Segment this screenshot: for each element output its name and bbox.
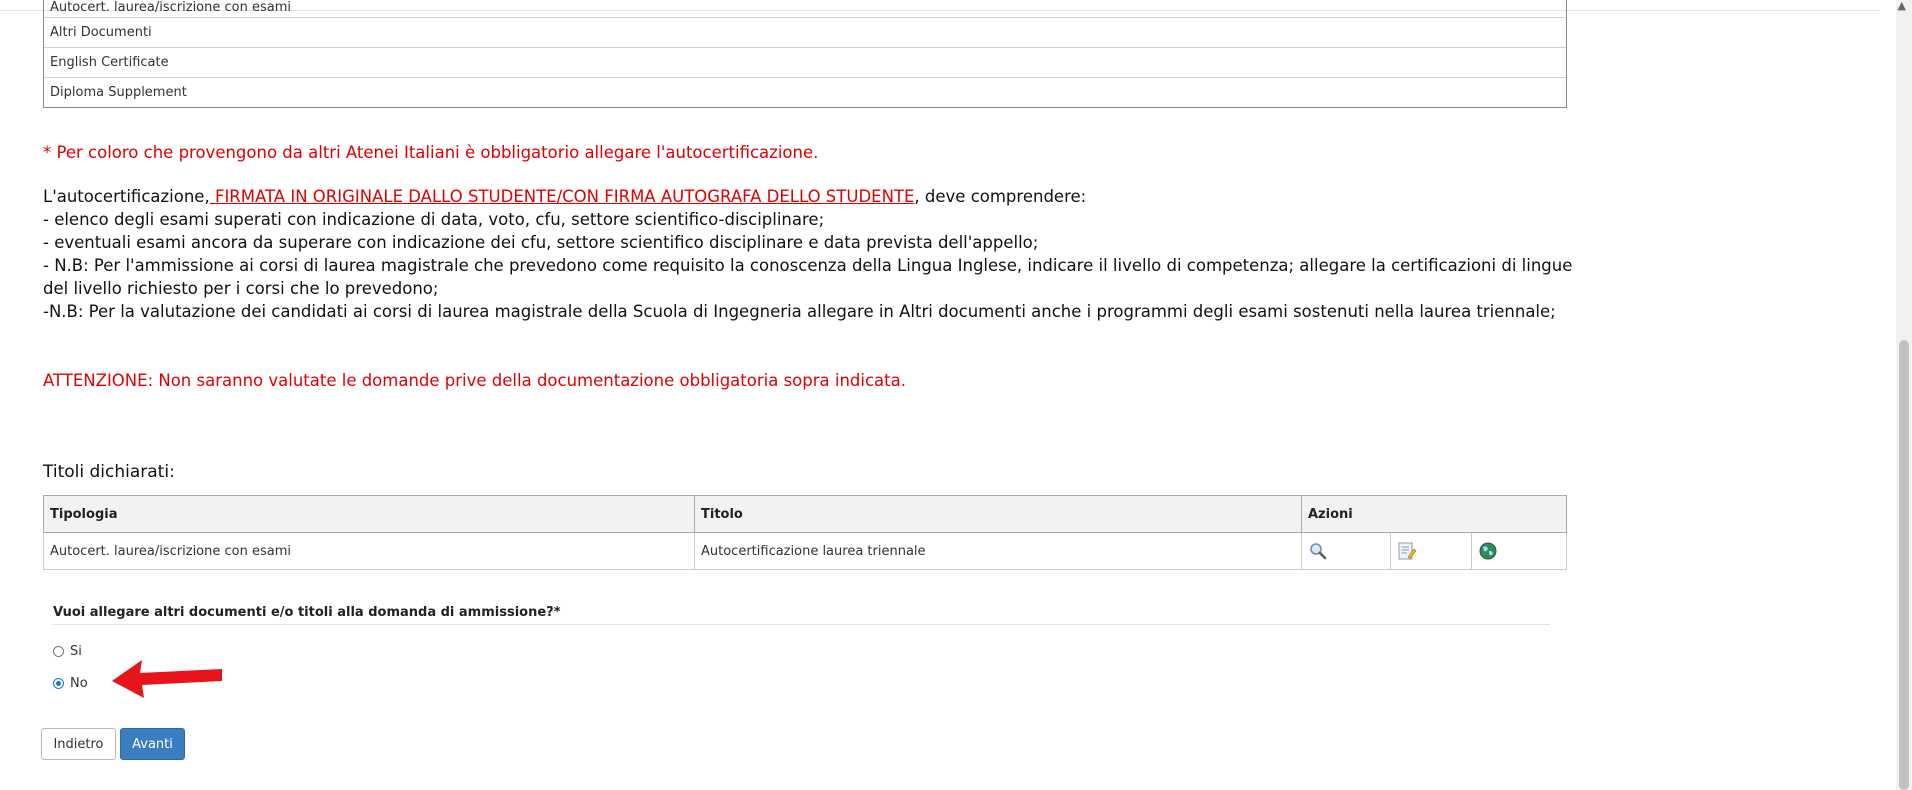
globe-icon[interactable]	[1478, 541, 1498, 561]
scrollbar-thumb[interactable]	[1899, 340, 1909, 790]
documents-table: Autocert. laurea/iscrizione con esami Al…	[43, 0, 1567, 108]
document-row: English Certificate	[44, 47, 1566, 77]
cell-tipologia: Autocert. laurea/iscrizione con esami	[43, 532, 695, 570]
radio-label-no: No	[70, 676, 88, 691]
column-header-titolo: Titolo	[694, 495, 1302, 533]
table-row: Autocert. laurea/iscrizione con esami Au…	[43, 532, 1567, 570]
instruction-line: - N.B: Per l'ammissione ai corsi di laur…	[43, 256, 1573, 298]
radio-option-no[interactable]: No	[53, 676, 88, 691]
divider	[53, 624, 1550, 625]
attach-question: Vuoi allegare altri documenti e/o titoli…	[53, 605, 561, 620]
action-web[interactable]	[1471, 532, 1567, 570]
radio-option-yes[interactable]: Si	[53, 644, 82, 659]
edit-icon[interactable]	[1397, 541, 1417, 561]
action-view[interactable]	[1301, 532, 1391, 570]
titles-table: Tipologia Titolo Azioni Autocert. laurea…	[43, 495, 1567, 570]
warning-notice: ATTENZIONE: Non saranno valutate le doma…	[43, 371, 906, 390]
instruction-line: - elenco degli esami superati con indica…	[43, 210, 825, 229]
back-button[interactable]: Indietro	[41, 728, 116, 760]
intro-prefix: L'autocertificazione,	[43, 187, 210, 206]
document-row: Altri Documenti	[44, 17, 1566, 47]
radio-button-no[interactable]	[53, 678, 64, 689]
document-row: Diploma Supplement	[44, 77, 1566, 107]
scrollbar[interactable]	[1896, 0, 1912, 790]
radio-label-yes: Si	[70, 644, 82, 659]
instruction-line: - eventuali esami ancora da superare con…	[43, 233, 1039, 252]
red-arrow-annotation	[112, 660, 222, 698]
intro-suffix: , deve comprendere:	[914, 187, 1087, 206]
titles-section-heading: Titoli dichiarati:	[43, 462, 175, 482]
autocert-instructions: L'autocertificazione, FIRMATA IN ORIGINA…	[43, 185, 1583, 323]
table-header-row: Tipologia Titolo Azioni	[43, 495, 1567, 533]
signed-requirement: FIRMATA IN ORIGINALE DALLO STUDENTE/CON …	[209, 187, 915, 206]
cell-titolo: Autocertificazione laurea triennale	[694, 532, 1302, 570]
action-edit[interactable]	[1390, 532, 1472, 570]
column-header-azioni: Azioni	[1301, 495, 1567, 533]
radio-button-yes[interactable]	[53, 646, 64, 657]
magnifier-icon[interactable]	[1308, 541, 1328, 561]
document-row: Autocert. laurea/iscrizione con esami	[50, 0, 291, 15]
mandatory-notice: * Per coloro che provengono da altri Ate…	[43, 143, 819, 162]
instruction-line: -N.B: Per la valutazione dei candidati a…	[43, 302, 1556, 321]
column-header-tipologia: Tipologia	[43, 495, 695, 533]
scroll-up-arrow-icon[interactable]: ▲	[1898, 0, 1906, 12]
next-button[interactable]: Avanti	[120, 728, 185, 760]
